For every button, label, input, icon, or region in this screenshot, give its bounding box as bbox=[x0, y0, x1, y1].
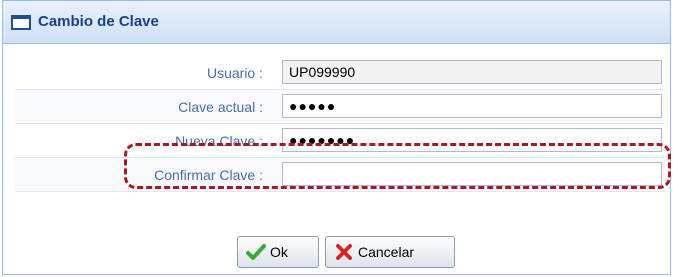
x-icon bbox=[334, 242, 354, 262]
window-icon bbox=[11, 15, 31, 30]
cancel-button[interactable]: Cancelar bbox=[325, 236, 455, 268]
clave-actual-label: Clave actual : bbox=[178, 99, 263, 115]
usuario-label: Usuario : bbox=[206, 65, 263, 81]
window-titlebar: Cambio de Clave bbox=[3, 1, 670, 44]
window-title: Cambio de Clave bbox=[38, 13, 159, 30]
ok-button-label: Ok bbox=[270, 244, 288, 260]
nueva-clave-highlight bbox=[124, 143, 671, 189]
checkmark-icon bbox=[246, 242, 266, 262]
form-row-usuario: Usuario : UP099990 bbox=[15, 56, 665, 90]
clave-actual-field[interactable]: ●●●●● bbox=[282, 94, 662, 118]
change-password-window: Cambio de Clave Usuario : UP099990 Clave… bbox=[2, 0, 671, 275]
usuario-field[interactable]: UP099990 bbox=[282, 60, 662, 84]
cancel-button-label: Cancelar bbox=[358, 244, 415, 260]
form-row-clave-actual: Clave actual : ●●●●● bbox=[15, 90, 665, 124]
ok-button[interactable]: Ok bbox=[237, 236, 319, 268]
